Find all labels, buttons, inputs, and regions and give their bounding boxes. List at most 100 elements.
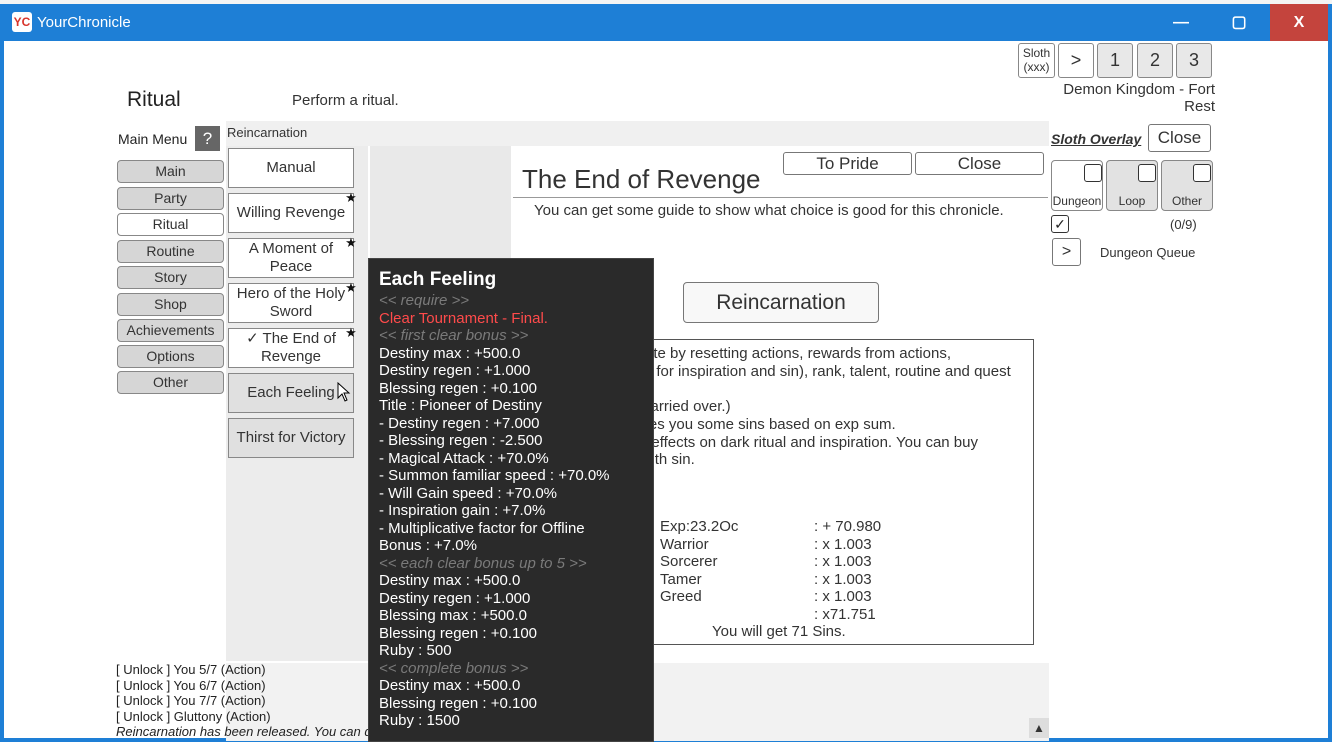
main-menu-header: Main Menu	[118, 131, 188, 147]
window-title: YourChronicle	[37, 14, 131, 31]
loop-toggle[interactable]: Loop	[1106, 160, 1158, 211]
help-button[interactable]: ?	[195, 126, 220, 151]
star-icon: ★	[345, 280, 357, 295]
loop-toggle-label: Loop	[1118, 194, 1146, 208]
tooltip-line: << require >>	[379, 292, 470, 309]
location-line-2: Rest	[1184, 98, 1215, 115]
ritual-item-label: Willing Revenge	[236, 204, 346, 221]
overlay-close-button[interactable]: Close	[1148, 124, 1211, 152]
ritual-item[interactable]: A Moment of Peace	[228, 238, 354, 278]
page-2-button[interactable]: 2	[1137, 43, 1173, 78]
sloth-sub: (xxx)	[1023, 60, 1050, 74]
exp-row-value: : x71.751	[814, 606, 876, 623]
exp-row-value: : x 1.003	[814, 588, 872, 606]
ritual-item-label: Hero of the Holy Sword	[236, 285, 346, 320]
log-line: [ Unlock ] You 7/7 (Action)	[116, 693, 266, 708]
ritual-item-label: A Moment of Peace	[248, 240, 334, 275]
page-title: Ritual	[127, 88, 181, 111]
exp-row-value: : x 1.003	[814, 553, 872, 571]
menu-item[interactable]: Ritual	[117, 213, 224, 236]
guide-text: You can get some guide to show what choi…	[534, 202, 1004, 219]
sloth-label: Sloth	[1022, 46, 1051, 60]
exp-row-name: Exp:23.2Oc	[660, 518, 739, 535]
breadcrumb: Reincarnation	[226, 121, 1049, 146]
ritual-item[interactable]: Each Feeling	[228, 373, 354, 413]
page-1-button[interactable]: 1	[1097, 43, 1133, 78]
other-toggle-label: Other	[1171, 194, 1202, 208]
exp-row-name: Greed	[660, 588, 702, 606]
sins-summary: You will get 71 Sins.	[712, 623, 846, 640]
ritual-item[interactable]: Thirst for Victory	[228, 418, 354, 458]
ritual-tooltip: Each Feeling << require >> Clear Tourname…	[368, 258, 654, 742]
window-border-left	[0, 4, 4, 742]
tooltip-line: Destiny max : +500.0	[379, 677, 521, 694]
menu-item[interactable]: Routine	[117, 240, 224, 263]
ritual-item[interactable]: Willing Revenge	[228, 193, 354, 233]
exp-row-value: : x 1.003	[814, 535, 872, 553]
menu-item[interactable]: Shop	[117, 293, 224, 316]
other-checkbox[interactable]	[1193, 164, 1211, 182]
ritual-item[interactable]: ✓ The End of Revenge	[228, 328, 354, 368]
log-scroll-up-button[interactable]: ▲	[1029, 718, 1049, 738]
tooltip-line: - Summon familiar speed : +70.0%	[379, 467, 610, 484]
menu-item[interactable]: Main	[117, 160, 224, 183]
tooltip-line: - Magical Attack : +70.0%	[379, 449, 549, 467]
tooltip-line: Title : Pioneer of Destiny	[379, 397, 542, 414]
dungeon-toggle[interactable]: Dungeon	[1051, 160, 1103, 211]
page-description: Perform a ritual.	[292, 92, 399, 109]
menu-item[interactable]: Story	[117, 266, 224, 289]
overlay-enable-checkbox[interactable]: ✓	[1051, 215, 1069, 233]
location-line-1: Demon Kingdom - Fort	[1063, 81, 1215, 98]
menu-item[interactable]: Options	[117, 345, 224, 368]
window-close-button[interactable]: X	[1270, 4, 1328, 41]
minimize-button[interactable]: —	[1152, 4, 1210, 41]
tooltip-line: - Destiny regen : +7.000	[379, 414, 540, 432]
dungeon-queue-button[interactable]: >	[1052, 238, 1081, 266]
tooltip-line: - Blessing regen : -2.500	[379, 432, 543, 449]
tooltip-line: << complete bonus >>	[379, 659, 529, 677]
ritual-item[interactable]: Manual	[228, 148, 354, 188]
tooltip-line: - Will Gain speed : +70.0%	[379, 484, 558, 502]
dungeon-queue-label: Dungeon Queue	[1100, 245, 1196, 260]
tooltip-line: << first clear bonus >>	[379, 327, 529, 344]
ritual-item-label: Each Feeling	[247, 384, 335, 401]
exp-row-name: Warrior	[660, 535, 709, 553]
exp-row-name: Tamer	[660, 570, 702, 588]
tooltip-line: Blessing regen : +0.100	[379, 624, 538, 642]
title-divider	[513, 197, 1048, 198]
log-line: [ Unlock ] Gluttony (Action)	[116, 709, 271, 724]
location-label: Demon Kingdom - Fort Rest	[1040, 81, 1215, 115]
window-border-right	[1328, 4, 1332, 742]
maximize-button[interactable]: ▢	[1210, 4, 1268, 41]
tooltip-line: - Inspiration gain : +7.0%	[379, 502, 546, 519]
star-icon: ★	[345, 235, 357, 250]
menu-item[interactable]: Other	[117, 371, 224, 394]
loop-checkbox[interactable]	[1138, 164, 1156, 182]
other-toggle[interactable]: Other	[1161, 160, 1213, 211]
star-icon: ★	[345, 325, 357, 340]
menu-item[interactable]: Achievements	[117, 319, 224, 342]
tooltip-line: Clear Tournament - Final.	[379, 309, 548, 327]
tooltip-line: Destiny regen : +1.000	[379, 589, 531, 607]
exp-row-value: : x 1.003	[814, 570, 872, 588]
sloth-overlay-label[interactable]: Sloth Overlay	[1051, 131, 1141, 147]
ritual-item[interactable]: Hero of the Holy Sword	[228, 283, 354, 323]
page-3-button[interactable]: 3	[1176, 43, 1212, 78]
tooltip-line: Ruby : 1500	[379, 712, 460, 729]
menu-item[interactable]: Party	[117, 187, 224, 210]
tooltip-line: Destiny max : +500.0	[379, 572, 521, 589]
mouse-cursor-icon	[337, 382, 351, 402]
to-pride-button[interactable]: To Pride	[783, 152, 912, 175]
title-bar[interactable]: YC YourChronicle — ▢ X	[4, 4, 1328, 41]
reincarnation-button[interactable]: Reincarnation	[683, 282, 879, 323]
tooltip-line: << each clear bonus up to 5 >>	[379, 554, 587, 572]
log-line: [ Unlock ] You 5/7 (Action)	[116, 662, 266, 677]
overlay-count: (0/9)	[1170, 217, 1197, 232]
tooltip-line: Blessing max : +500.0	[379, 607, 528, 624]
next-page-button[interactable]: >	[1058, 43, 1094, 78]
detail-close-button[interactable]: Close	[915, 152, 1044, 175]
sloth-button[interactable]: Sloth (xxx)	[1018, 43, 1055, 78]
exp-row-name: Sorcerer	[660, 553, 718, 571]
dungeon-toggle-label: Dungeon	[1052, 194, 1102, 208]
dungeon-checkbox[interactable]	[1084, 164, 1102, 182]
